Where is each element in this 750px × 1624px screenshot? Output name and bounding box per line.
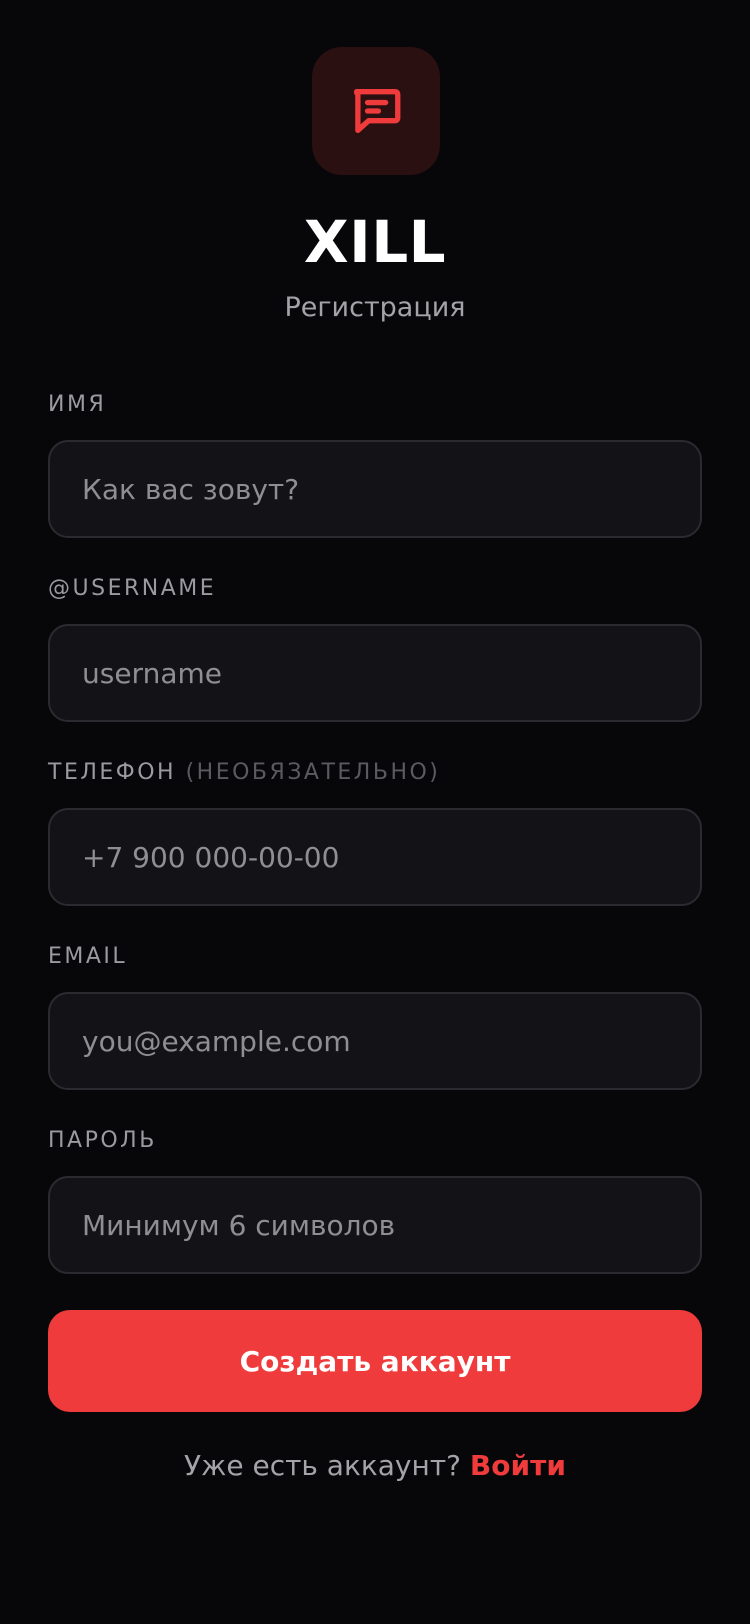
password-field-group: ПАРОЛЬ xyxy=(48,1126,702,1274)
create-account-button[interactable]: Создать аккаунт xyxy=(48,1310,702,1412)
phone-label: ТЕЛЕФОН (НЕОБЯЗАТЕЛЬНО) xyxy=(48,758,702,788)
optional-hint: (НЕОБЯЗАТЕЛЬНО) xyxy=(185,760,441,785)
email-field-group: EMAIL xyxy=(48,942,702,1090)
app-title: XILL xyxy=(303,208,447,276)
password-input[interactable] xyxy=(48,1176,702,1274)
email-input[interactable] xyxy=(48,992,702,1090)
name-input[interactable] xyxy=(48,440,702,538)
username-input[interactable] xyxy=(48,624,702,722)
login-prompt-text: Уже есть аккаунт? xyxy=(184,1449,461,1482)
phone-field-group: ТЕЛЕФОН (НЕОБЯЗАТЕЛЬНО) xyxy=(48,758,702,906)
username-field-group: @USERNAME xyxy=(48,574,702,722)
name-field-group: ИМЯ xyxy=(48,390,702,538)
phone-input[interactable] xyxy=(48,808,702,906)
app-logo xyxy=(312,47,440,175)
phone-label-text: ТЕЛЕФОН xyxy=(48,760,177,785)
name-label: ИМЯ xyxy=(48,392,107,417)
username-label: @USERNAME xyxy=(48,576,217,601)
registration-screen: XILL Регистрация ИМЯ @USERNAME ТЕЛЕФОН (… xyxy=(0,0,750,1624)
password-label: ПАРОЛЬ xyxy=(48,1128,157,1153)
registration-form: ИМЯ @USERNAME ТЕЛЕФОН (НЕОБЯЗАТЕЛЬНО) EM… xyxy=(48,390,702,1486)
login-link[interactable]: Войти xyxy=(470,1449,566,1482)
login-prompt: Уже есть аккаунт? Войти xyxy=(48,1446,702,1486)
chat-message-icon xyxy=(354,89,401,133)
email-label: EMAIL xyxy=(48,944,128,969)
page-subtitle: Регистрация xyxy=(284,292,466,323)
